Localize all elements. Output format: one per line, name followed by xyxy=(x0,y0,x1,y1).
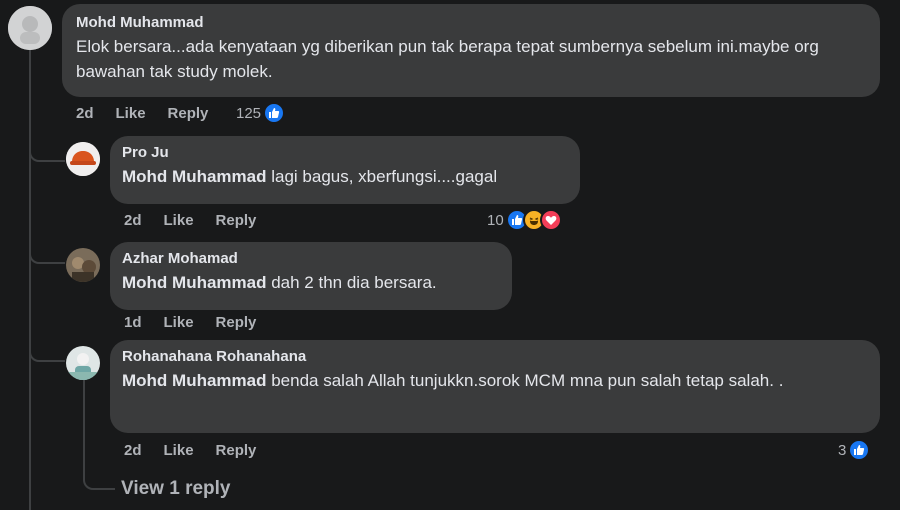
reaction-count: 125 xyxy=(236,104,262,122)
reaction-summary[interactable]: 10 xyxy=(487,209,562,231)
love-reaction-icon xyxy=(539,209,562,231)
like-button[interactable]: Like xyxy=(164,314,194,331)
reaction-summary[interactable]: 125 xyxy=(236,102,286,124)
reply-bubble: Azhar Mohamad Mohd Muhammad dah 2 thn di… xyxy=(110,242,512,310)
reaction-count: 3 xyxy=(838,441,847,459)
comment-author[interactable]: Mohd Muhammad xyxy=(76,14,866,31)
comment-text: Elok bersara...ada kenyataan yg diberika… xyxy=(76,37,819,81)
reply-timestamp[interactable]: 2d xyxy=(124,442,142,459)
reply-button[interactable]: Reply xyxy=(216,212,257,229)
comment-bubble: Mohd Muhammad Elok bersara...ada kenyata… xyxy=(62,4,880,97)
reply-text: benda salah Allah tunjukkn.sorok MCM mna… xyxy=(266,371,784,390)
avatar[interactable] xyxy=(66,142,100,176)
like-reaction-icon xyxy=(263,102,286,124)
reply-text: lagi bagus, xberfungsi....gagal xyxy=(266,167,498,186)
reply-timestamp[interactable]: 1d xyxy=(124,314,142,331)
reply-actions: 2d Like Reply xyxy=(124,442,278,459)
reply-author[interactable]: Azhar Mohamad xyxy=(122,250,500,267)
reply-timestamp[interactable]: 2d xyxy=(124,212,142,229)
mention-link[interactable]: Mohd Muhammad xyxy=(122,167,267,186)
thread-connector xyxy=(29,320,65,362)
reply-actions: 2d Like Reply xyxy=(124,212,278,229)
reply-bubble: Rohanahana Rohanahana Mohd Muhammad bend… xyxy=(110,340,880,433)
reply-button[interactable]: Reply xyxy=(216,442,257,459)
comment-actions: 2d Like Reply xyxy=(76,105,230,122)
avatar[interactable] xyxy=(8,6,52,50)
like-button[interactable]: Like xyxy=(164,442,194,459)
reaction-count: 10 xyxy=(487,211,504,229)
reply-bubble: Pro Ju Mohd Muhammad lagi bagus, xberfun… xyxy=(110,136,580,204)
like-button[interactable]: Like xyxy=(164,212,194,229)
reply-text: dah 2 thn dia bersara. xyxy=(266,273,437,292)
thread-connector xyxy=(29,222,65,264)
reaction-summary[interactable]: 3 xyxy=(838,439,871,461)
avatar[interactable] xyxy=(66,248,100,282)
reply-author[interactable]: Rohanahana Rohanahana xyxy=(122,348,868,365)
thread-line-main xyxy=(29,50,31,510)
mention-link[interactable]: Mohd Muhammad xyxy=(122,371,267,390)
like-button[interactable]: Like xyxy=(116,105,146,122)
thread-connector xyxy=(29,120,65,162)
thread-connector xyxy=(83,458,115,490)
reply-actions: 1d Like Reply xyxy=(124,314,278,331)
mention-link[interactable]: Mohd Muhammad xyxy=(122,273,267,292)
avatar[interactable] xyxy=(66,346,100,380)
reply-button[interactable]: Reply xyxy=(216,314,257,331)
like-reaction-icon xyxy=(848,439,871,461)
comment-timestamp[interactable]: 2d xyxy=(76,105,94,122)
view-replies-link[interactable]: View 1 reply xyxy=(121,478,231,500)
reply-button[interactable]: Reply xyxy=(168,105,209,122)
reply-author[interactable]: Pro Ju xyxy=(122,144,568,161)
